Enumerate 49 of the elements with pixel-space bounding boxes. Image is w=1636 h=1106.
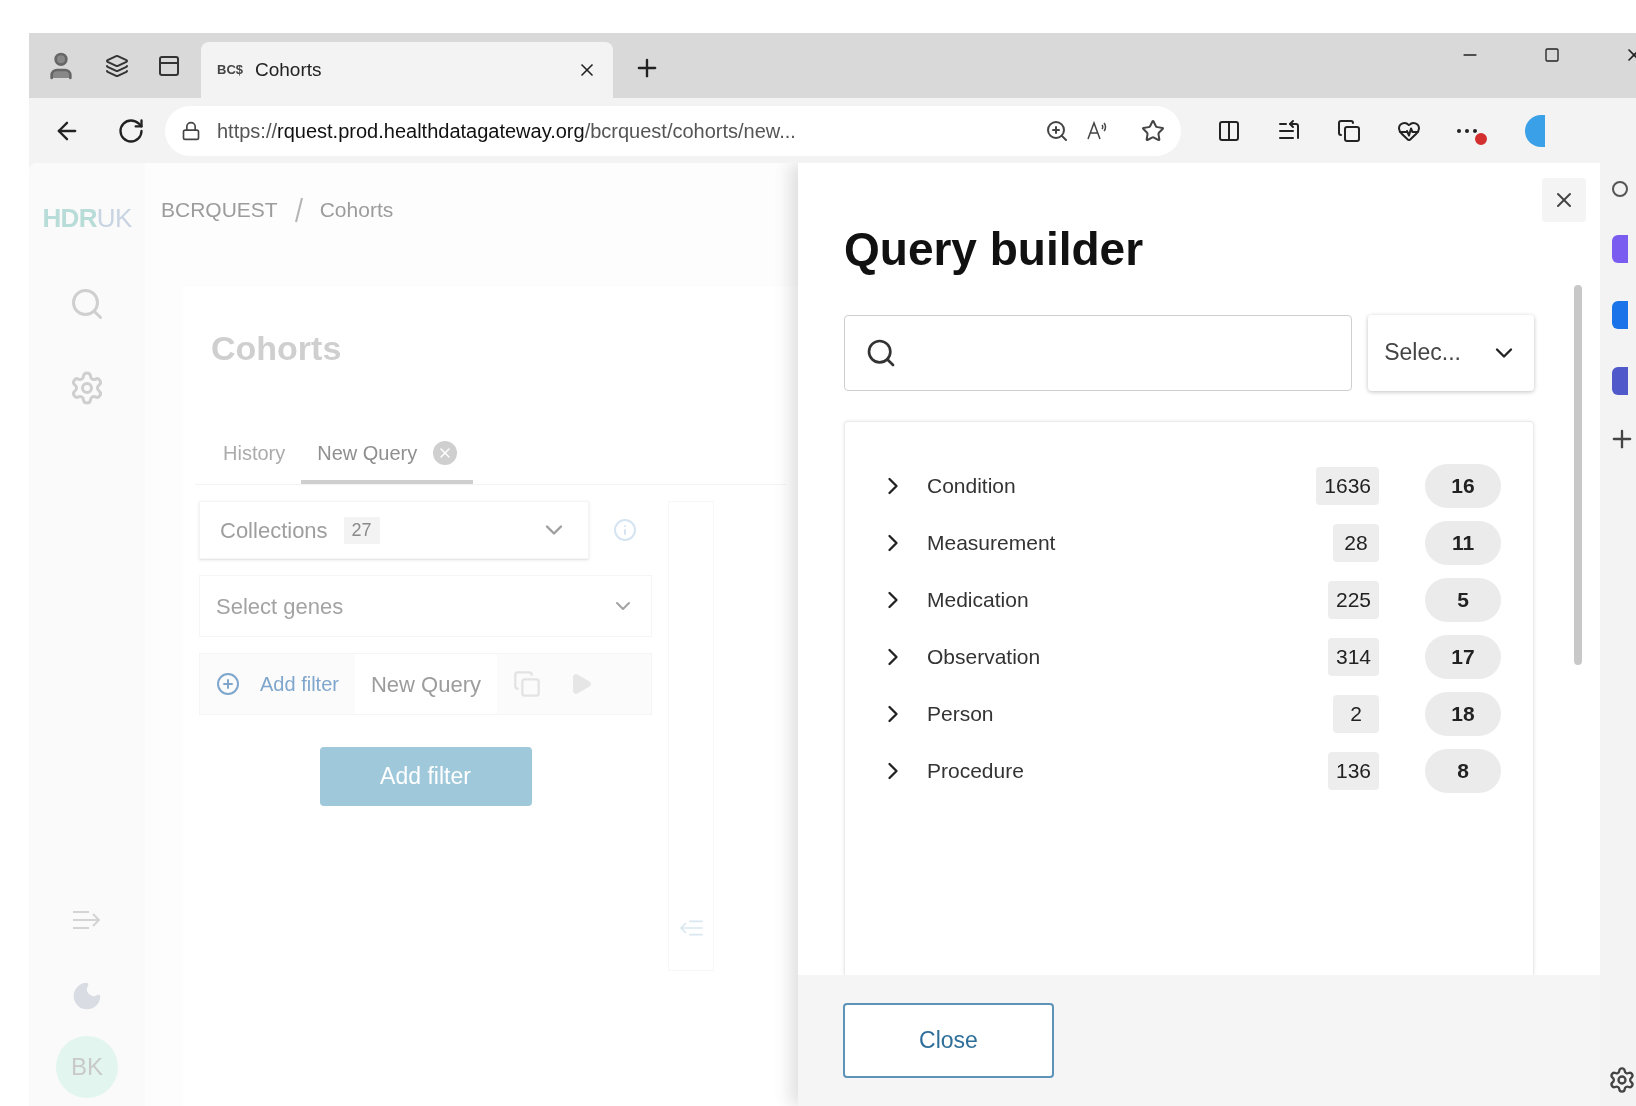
- concept-count: 136: [1327, 752, 1379, 790]
- breadcrumb-current: Cohorts: [319, 197, 394, 224]
- collections-icon[interactable]: [1337, 118, 1361, 143]
- reload-icon[interactable]: [117, 116, 145, 145]
- category-name: Procedure: [927, 758, 1025, 785]
- query-name-field[interactable]: New Query: [354, 654, 497, 714]
- type-select[interactable]: Selec...: [1368, 314, 1534, 391]
- maximize-icon[interactable]: [1544, 47, 1560, 63]
- modal-title: Query builder: [844, 222, 1145, 277]
- category-row[interactable]: Procedure 136 8: [879, 742, 1513, 800]
- lock-icon: [181, 120, 201, 141]
- browser-tab[interactable]: BC$ Cohorts: [201, 42, 613, 98]
- collections-dropdown[interactable]: Collections 27: [199, 501, 589, 559]
- settings-icon[interactable]: [1608, 1066, 1636, 1094]
- category-name: Measurement: [927, 530, 1057, 557]
- concept-count: 28: [1333, 524, 1379, 562]
- tab-actions-icon[interactable]: [157, 53, 181, 78]
- category-row[interactable]: Medication 225 5: [879, 571, 1513, 629]
- concept-count: 314: [1327, 638, 1379, 676]
- breadcrumb-separator-icon: [293, 196, 304, 224]
- category-name: Condition: [927, 473, 1017, 500]
- tab-title: Cohorts: [255, 57, 323, 82]
- category-row[interactable]: Condition 1636 16: [879, 457, 1513, 515]
- url-text: https://rquest.prod.healthdatagateway.org/bcrquest/cohorts/new...: [217, 118, 797, 144]
- close-modal-button[interactable]: Close: [843, 1003, 1054, 1078]
- category-name: Person: [927, 701, 995, 728]
- favorite-icon[interactable]: [1141, 118, 1165, 143]
- page-tab[interactable]: New Query: [301, 438, 474, 484]
- close-button[interactable]: [1542, 178, 1586, 222]
- plus-circle-icon: [216, 672, 240, 696]
- split-screen-icon[interactable]: [1217, 118, 1241, 143]
- workspaces-icon[interactable]: [105, 53, 129, 78]
- category-row[interactable]: Person 2 18: [879, 685, 1513, 743]
- category-row[interactable]: Observation 314 17: [879, 628, 1513, 686]
- category-name: Observation: [927, 644, 1042, 671]
- sidebar-app-icon[interactable]: [1612, 235, 1628, 263]
- concept-count: 1636: [1316, 467, 1379, 505]
- sidebar-app-icon[interactable]: [1612, 301, 1628, 329]
- copilot-icon[interactable]: [1525, 114, 1545, 147]
- concept-count: 2: [1333, 695, 1379, 733]
- tab-favicon: BC$: [217, 61, 243, 80]
- search-field[interactable]: [844, 314, 1353, 391]
- zoom-icon[interactable]: [1045, 118, 1069, 143]
- category-name: Medication: [927, 587, 1030, 614]
- collections-count: 27: [343, 516, 380, 544]
- category-row[interactable]: Measurement 28 11: [879, 514, 1513, 572]
- sidebar-app-icon[interactable]: [1612, 367, 1628, 395]
- concept-count: 225: [1327, 581, 1379, 619]
- address-bar[interactable]: https://rquest.prod.healthdatagateway.org/bcrquest/cohorts/new...: [165, 105, 1181, 156]
